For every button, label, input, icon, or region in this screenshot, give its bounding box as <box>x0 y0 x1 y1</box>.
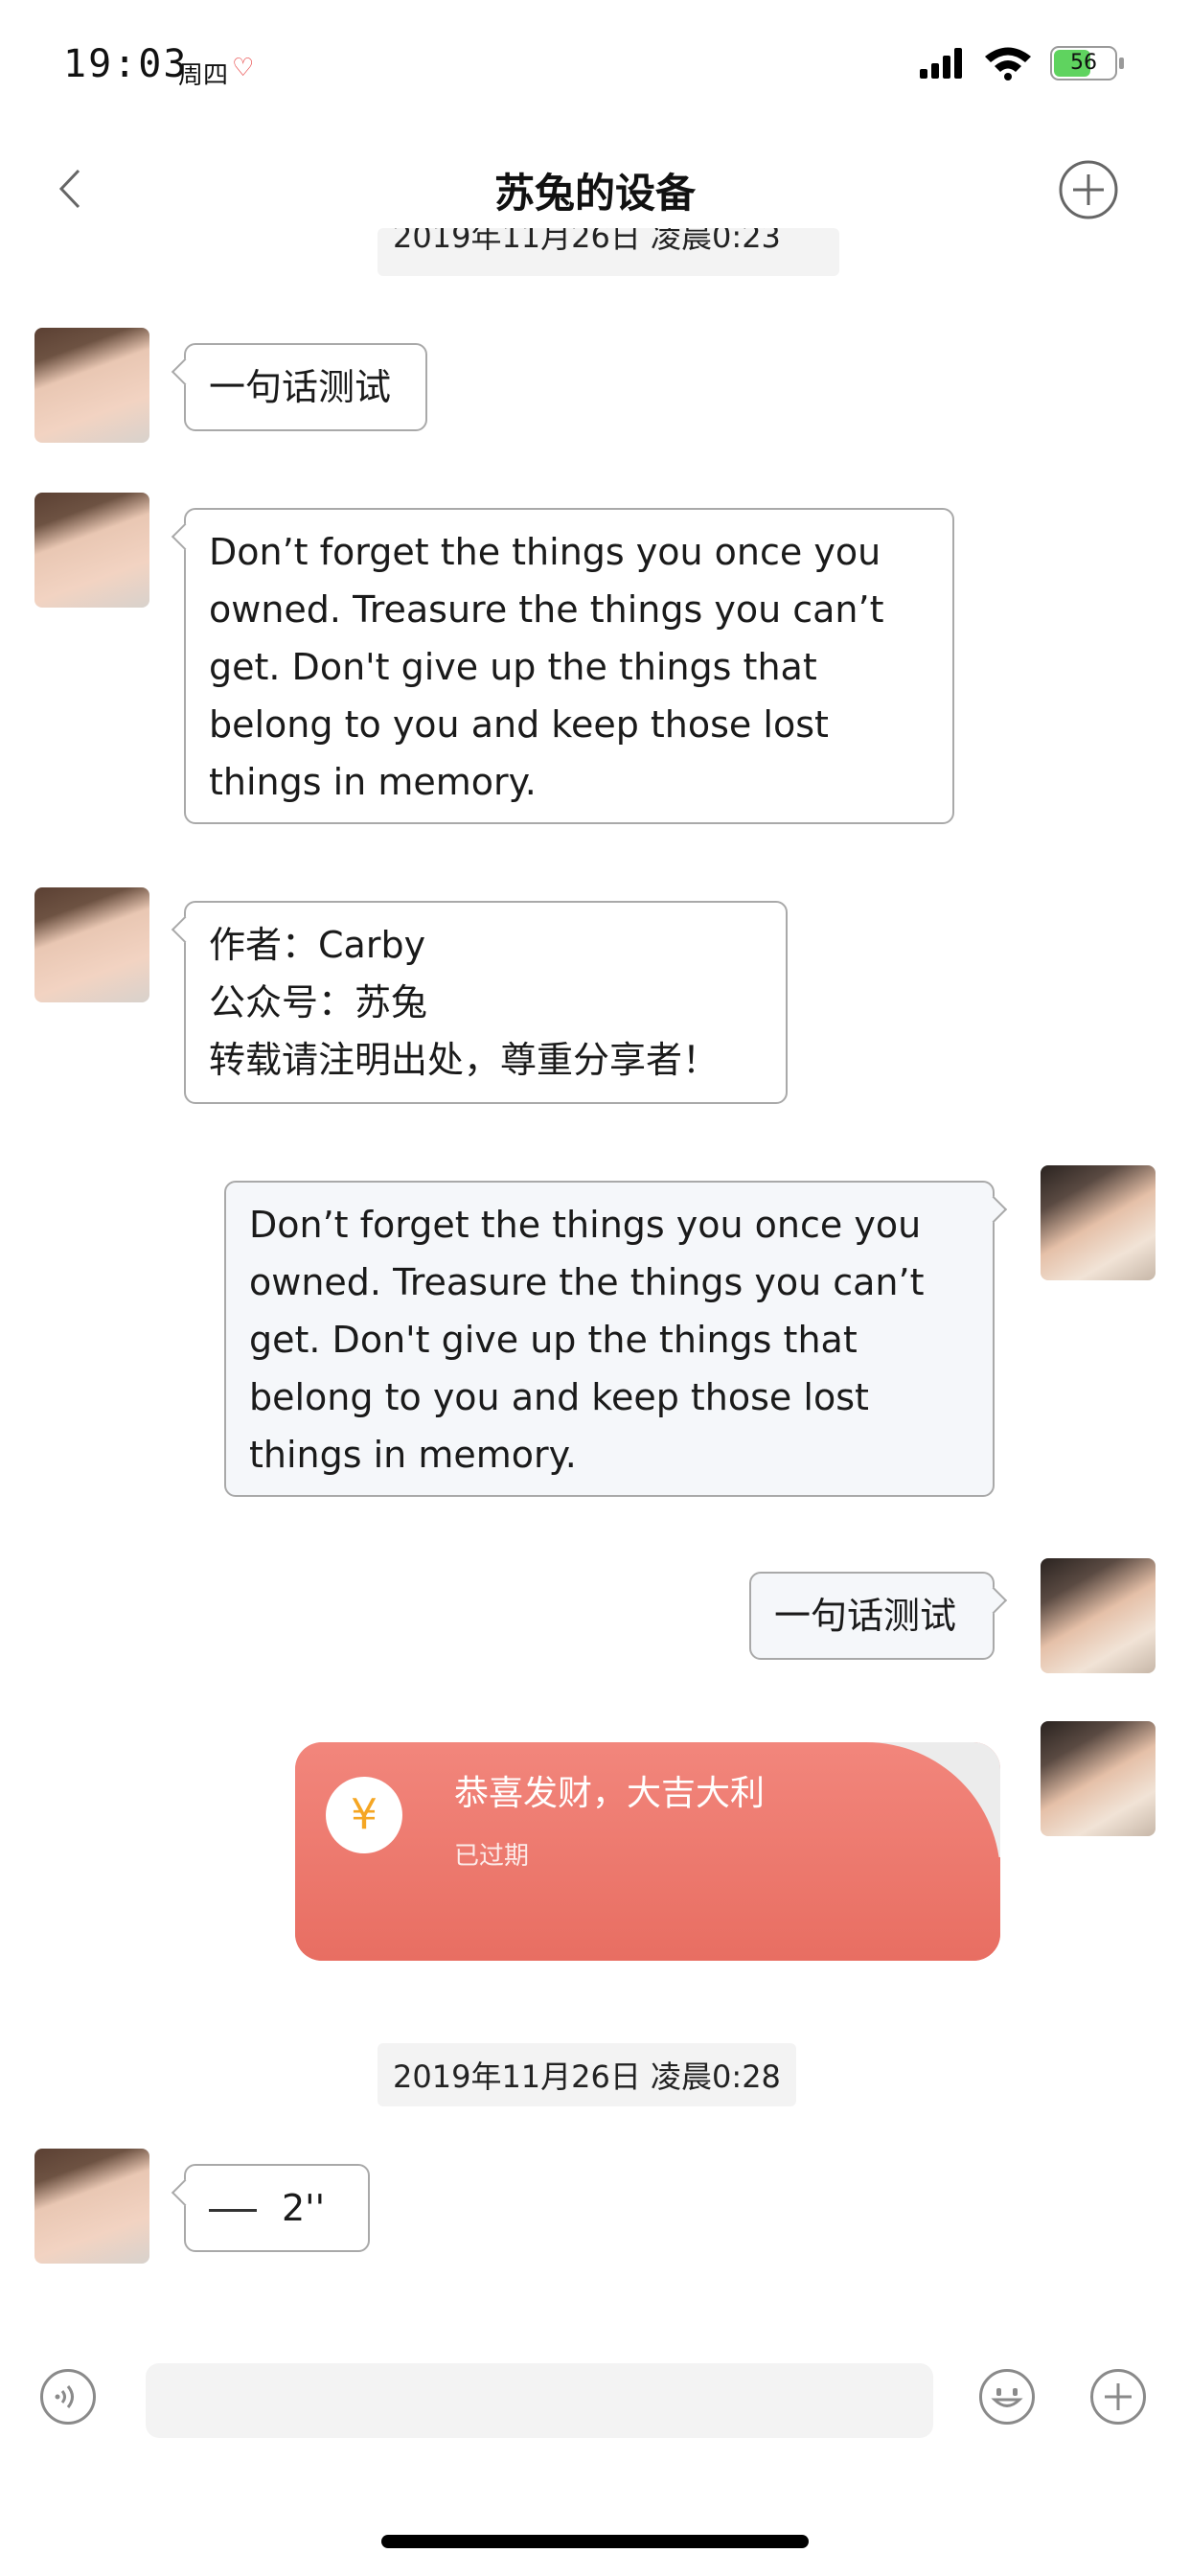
more-button[interactable] <box>1090 2369 1146 2425</box>
red-packet-status: 已过期 <box>454 1842 530 1871</box>
plus-icon <box>1105 2383 1132 2410</box>
bubble-tail <box>171 522 199 551</box>
avatar[interactable] <box>34 2149 149 2264</box>
message-text: 作者：Carby 公众号：苏兔 转载请注明出处，尊重分享者！ <box>209 924 720 1081</box>
yuan-coin-icon: ¥ <box>326 1777 402 1853</box>
timestamp: 2019年11月26日 凌晨0:28 <box>378 2043 796 2106</box>
signal-icon <box>920 48 962 79</box>
bubble-tail <box>171 2178 199 2207</box>
sound-wave-icon <box>55 2385 74 2408</box>
timestamp-text: 2019年11月26日 凌晨0:23 <box>393 228 781 255</box>
wifi-icon <box>985 47 1031 80</box>
my-avatar[interactable] <box>1041 1721 1156 1836</box>
emoji-button[interactable] <box>979 2369 1035 2425</box>
voice-input-button[interactable] <box>40 2369 96 2425</box>
my-message-bubble[interactable]: 一句话测试 <box>749 1572 1008 1660</box>
voice-duration: 2'' <box>282 2187 326 2229</box>
smiley-icon <box>991 2388 1023 2407</box>
bubble-tail <box>171 357 199 386</box>
battery-level: 56 <box>1070 51 1097 75</box>
my-avatar[interactable] <box>1041 1165 1156 1280</box>
message-text: Don’t forget the things you once you own… <box>249 1204 925 1476</box>
bubble-tail <box>171 915 199 944</box>
red-packet[interactable]: ¥ 恭喜发财，大吉大利 已过期 <box>295 1742 1000 1961</box>
my-message-bubble[interactable]: Don’t forget the things you once you own… <box>224 1181 1008 1497</box>
message-input[interactable] <box>146 2363 933 2438</box>
avatar[interactable] <box>34 328 149 443</box>
message-text: 一句话测试 <box>209 366 392 408</box>
red-packet-title: 恭喜发财，大吉大利 <box>454 1774 766 1813</box>
avatar[interactable] <box>34 887 149 1002</box>
message-bubble[interactable]: 一句话测试 <box>171 343 427 431</box>
message-bubble[interactable]: Don’t forget the things you once you own… <box>171 508 954 824</box>
message-text: 一句话测试 <box>774 1595 957 1637</box>
timestamp: 2019年11月26日 凌晨0:23 <box>378 228 839 276</box>
voice-message-bubble[interactable]: 2'' <box>171 2164 370 2252</box>
battery-icon: 56 <box>1050 46 1127 82</box>
message-bubble[interactable]: 作者：Carby 公众号：苏兔 转载请注明出处，尊重分享者！ <box>171 901 788 1104</box>
avatar[interactable] <box>34 493 149 608</box>
status-day: 周四 <box>178 61 229 90</box>
bubble-tail <box>979 1586 1008 1615</box>
voice-wave-icon <box>209 2209 257 2212</box>
chat-title: 苏兔的设备 <box>493 170 696 217</box>
bubble-tail <box>979 1195 1008 1224</box>
status-time: 19:03 <box>63 42 189 86</box>
home-indicator[interactable] <box>381 2535 809 2548</box>
heart-icon: ♡ <box>232 54 255 82</box>
add-circle-icon[interactable] <box>1058 159 1119 220</box>
my-avatar[interactable] <box>1041 1558 1156 1673</box>
message-text: Don’t forget the things you once you own… <box>209 531 884 803</box>
